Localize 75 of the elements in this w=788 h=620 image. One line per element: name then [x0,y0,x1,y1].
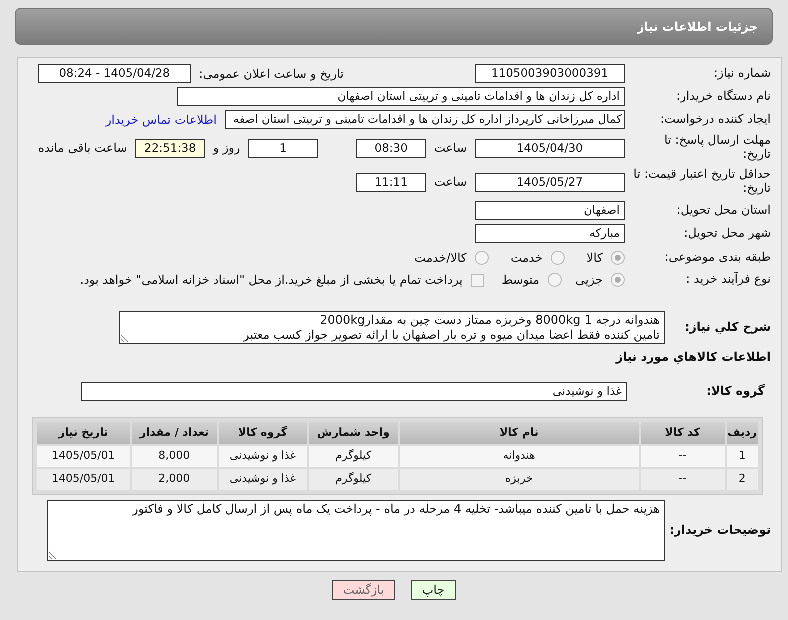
field-label: مهلت ارسال پاسخ: تا تاریخ: [663,134,772,162]
field-value: کمال میرزاخانی کارپرداز اداره کل زندان ها و اقدامات تامینی و تربیتی استان اصفه [225,110,625,129]
checkbox-label: پرداخت تمام یا بخشی از مبلغ خرید.از محل "اسناد خزانه اسلامی" خواهد بود. [80,272,463,289]
table-cell: 1405/05/01 [37,446,130,467]
field-label: ساعت [434,140,467,157]
column-header: تاریخ نیاز [37,422,130,444]
field-value: 1405/05/27 [475,172,625,192]
resize-grip-icon[interactable] [121,334,129,342]
table-cell: غذا و نوشیدنی [218,469,308,490]
radio-button[interactable] [548,273,562,287]
field-value: 1105003903000391 [475,64,625,83]
radio-label: کالا/خدمت [414,250,467,267]
field-value: اداره کل زندان ها و اقدامات تامینی و تربیتی استان اصفهان [177,87,625,106]
field-label: ساعت [434,174,467,191]
field-label: استان محل تحویل: [676,204,772,218]
contact-link[interactable]: اطلاعات تماس خریدار [106,110,217,128]
back-button[interactable]: بازگشت [332,580,396,600]
radio-label: متوسط [502,272,540,289]
field-label: توضیحات خریدار: [673,524,772,538]
field-value: 1405/04/28 - 08:24 [38,64,192,83]
column-header: کد کالا [640,422,725,444]
radio-label: جزیی [576,272,603,289]
page-title: جزئیات اطلاعات نیاز [637,18,758,36]
resize-grip-icon[interactable] [49,551,57,559]
checkbox[interactable] [470,274,484,286]
table-cell: غذا و نوشیدنی [218,446,308,467]
field-label: نوع فرآیند خرید : [685,273,772,287]
field-label: ایجاد کننده درخواست: [659,112,772,126]
field-label: گروه کالا: [706,384,766,398]
section-title: اطلاعات کالاهاي مورد نياز [614,349,772,366]
table-cell: 2,000 [132,469,217,490]
notes-text: هزینه حمل با تامین کننده میباشد- تخلیه 4 مرحله در ماه - پرداخت یک ماه پس از ارسال کامل کالا و فاکتور [131,502,660,517]
field-value: مبارکه [475,224,625,243]
table-cell: کیلوگرم [309,446,398,467]
column-header: واحد شمارش [309,422,398,444]
description-text: تامین کننده فقط اعضا میدان میوه و تره بار اصفهان با ارائه تصویر جواز کسب معتبر [242,328,660,343]
radio-label: خدمت [510,250,543,267]
column-header: گروه کالا [218,422,308,444]
table-cell: خربزه [400,469,639,490]
field-label: تاریخ و ساعت اعلان عمومی: [199,66,344,82]
description-text: هندوانه درجه 1 8000kg وخربزه ممتاز دست چین به مقدار2000kg [319,313,660,328]
column-header: نام کالا [400,422,639,444]
field-label: شهر محل تحویل: [683,226,772,240]
radio-label: کالا [586,250,603,267]
table-cell: هندوانه [400,446,639,467]
print-button[interactable]: چاپ [411,580,456,600]
field-label: طبقه بندی موضوعی: [664,251,772,265]
field-label: ساعت باقی مانده [38,140,128,157]
table-cell: کیلوگرم [309,469,398,490]
field-label: روز و [213,140,240,157]
field-value: 11:11 [356,172,426,192]
table-cell: 1405/05/01 [37,469,130,490]
description-box[interactable]: هندوانه درجه 1 8000kg وخربزه ممتاز دست چین به مقدار2000kg تامین کننده فقط اعضا میدان میوه و تره بار اصفهان با ارائه تصویر جواز کسب معتبر [119,311,665,344]
table-cell: 2 [726,469,758,490]
field-value: 08:30 [356,138,426,158]
table-cell: -- [640,469,725,490]
radio-button[interactable] [611,251,625,265]
radio-button[interactable] [550,251,565,265]
table-cell: 8,000 [132,446,217,467]
countdown-value: 22:51:38 [135,138,206,158]
field-label: شرح کلي نياز: [684,320,772,334]
notes-box[interactable]: هزینه حمل با تامین کننده میباشد- تخلیه 4 مرحله در ماه - پرداخت یک ماه پس از ارسال کامل کالا و فاکتور [47,500,665,561]
column-header: تعداد / مقدار [132,422,217,444]
field-label: شماره نیاز: [713,66,772,80]
field-value: 1405/04/30 [475,138,625,158]
radio-button[interactable] [611,273,625,287]
table-cell: 1 [726,446,758,467]
table-cell: -- [640,446,725,467]
field-label: حداقل تاریخ اعتبار قیمت: تا تاریخ: [633,168,772,196]
field-value: غذا و نوشیدنی [81,382,627,401]
field-value: اصفهان [475,201,625,220]
field-label: نام دستگاه خریدار: [676,90,772,104]
radio-button[interactable] [474,251,489,265]
column-header: ردیف [726,422,758,444]
field-value: 1 [248,138,318,158]
